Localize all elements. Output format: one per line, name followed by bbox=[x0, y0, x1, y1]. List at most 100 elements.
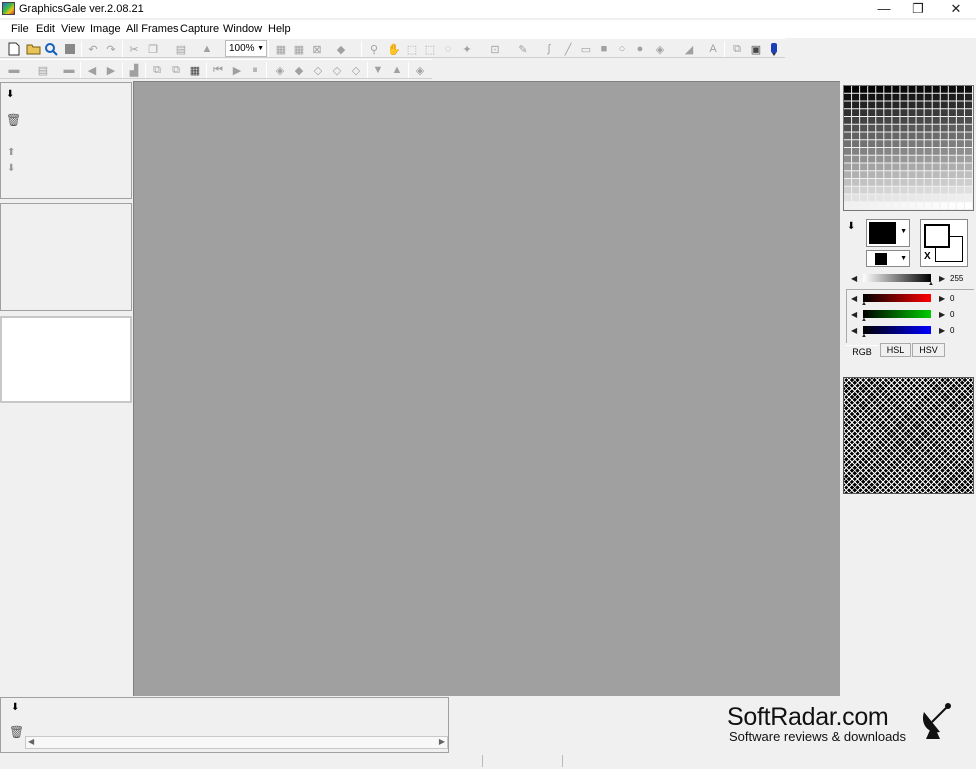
ellipse-icon[interactable]: ○ bbox=[614, 41, 630, 57]
palette-swatch[interactable] bbox=[956, 101, 964, 109]
palette-swatch[interactable] bbox=[868, 148, 876, 155]
palette-swatch[interactable] bbox=[916, 124, 924, 132]
palette-swatch[interactable] bbox=[964, 194, 972, 202]
undo-icon[interactable]: ↶ bbox=[85, 41, 101, 57]
move-up-icon[interactable]: ▲ bbox=[389, 62, 405, 78]
cut-icon[interactable]: ✂ bbox=[126, 41, 142, 57]
palette-swatch[interactable] bbox=[892, 86, 900, 93]
text-icon[interactable]: A bbox=[705, 41, 721, 57]
palette-swatch[interactable] bbox=[900, 140, 908, 147]
palette-swatch[interactable] bbox=[860, 101, 868, 109]
palette-swatch[interactable] bbox=[916, 186, 924, 194]
down-arrow-icon[interactable]: ⬇ bbox=[7, 163, 15, 174]
menu-file[interactable]: File bbox=[11, 23, 29, 35]
palette-swatch[interactable] bbox=[860, 163, 868, 171]
palette-swatch[interactable] bbox=[852, 93, 860, 101]
frame-view-icon[interactable]: ▣ bbox=[748, 41, 764, 57]
palette-swatch[interactable] bbox=[868, 163, 876, 171]
layer-delete-icon[interactable]: ◇ bbox=[310, 62, 326, 78]
slider-right-arrow-icon[interactable]: ▶ bbox=[939, 274, 945, 283]
palette-swatch[interactable] bbox=[948, 179, 956, 186]
palette-swatch[interactable] bbox=[948, 148, 956, 155]
palette-swatch[interactable] bbox=[908, 163, 916, 171]
pixel-grid-icon[interactable]: ▦ bbox=[291, 41, 307, 57]
green-slider[interactable] bbox=[863, 310, 931, 318]
palette-swatch[interactable] bbox=[884, 148, 892, 155]
pin-icon[interactable]: ⬇ bbox=[6, 89, 14, 100]
layer-stack-icon[interactable]: ▤ bbox=[35, 62, 51, 78]
palette-swatch[interactable] bbox=[852, 124, 860, 132]
palette-swatch[interactable] bbox=[884, 186, 892, 194]
layer-props-icon[interactable]: ◇ bbox=[348, 62, 364, 78]
palette-swatch[interactable] bbox=[852, 109, 860, 116]
palette-swatch[interactable] bbox=[940, 163, 948, 171]
palette-swatch[interactable] bbox=[940, 186, 948, 194]
palette-swatch[interactable] bbox=[908, 86, 916, 93]
palette-swatch[interactable] bbox=[844, 194, 852, 202]
move-down-icon[interactable]: ▼ bbox=[370, 62, 386, 78]
palette-swatch[interactable] bbox=[908, 202, 916, 209]
palette-swatch[interactable] bbox=[852, 117, 860, 124]
palette-swatch[interactable] bbox=[908, 124, 916, 132]
palette-swatch[interactable] bbox=[948, 194, 956, 202]
palette-swatch[interactable] bbox=[948, 163, 956, 171]
palette-swatch[interactable] bbox=[884, 109, 892, 116]
palette-swatch[interactable] bbox=[940, 101, 948, 109]
palette-swatch[interactable] bbox=[844, 140, 852, 147]
zoom-tool-icon[interactable]: ⚲ bbox=[366, 41, 382, 57]
palette-swatch[interactable] bbox=[932, 132, 940, 140]
palette-swatch[interactable] bbox=[900, 186, 908, 194]
palette-swatch[interactable] bbox=[892, 202, 900, 209]
palette-swatch[interactable] bbox=[868, 86, 876, 93]
layer-tool-icon[interactable]: ◆ bbox=[333, 41, 349, 57]
palette-swatch[interactable] bbox=[956, 140, 964, 147]
palette-swatch[interactable] bbox=[900, 101, 908, 109]
palette-swatch[interactable] bbox=[924, 124, 932, 132]
palette-swatch[interactable] bbox=[868, 132, 876, 140]
palette-swatch[interactable] bbox=[860, 124, 868, 132]
palette-swatch[interactable] bbox=[932, 140, 940, 147]
palette-swatch[interactable] bbox=[956, 148, 964, 155]
palette-swatch[interactable] bbox=[940, 148, 948, 155]
palette-swatch[interactable] bbox=[852, 179, 860, 186]
palette-swatch[interactable] bbox=[916, 155, 924, 163]
palette-swatch[interactable] bbox=[876, 140, 884, 147]
palette-swatch[interactable] bbox=[964, 117, 972, 124]
palette-swatch[interactable] bbox=[932, 179, 940, 186]
palette-swatch[interactable] bbox=[876, 171, 884, 178]
palette-swatch[interactable] bbox=[916, 86, 924, 93]
palette-swatch[interactable] bbox=[948, 117, 956, 124]
color-palette-grid[interactable] bbox=[843, 85, 974, 211]
palette-swatch[interactable] bbox=[956, 202, 964, 209]
first-frame-icon[interactable]: ⏮ bbox=[210, 62, 226, 78]
palette-swatch[interactable] bbox=[964, 155, 972, 163]
palette-swatch[interactable] bbox=[940, 124, 948, 132]
layer-mask-icon[interactable]: ◇ bbox=[329, 62, 345, 78]
palette-swatch[interactable] bbox=[908, 132, 916, 140]
palette-swatch[interactable] bbox=[948, 202, 956, 209]
palette-swatch[interactable] bbox=[964, 148, 972, 155]
frame-icon[interactable]: ▬ bbox=[61, 62, 77, 78]
palette-swatch[interactable] bbox=[844, 132, 852, 140]
palette-swatch[interactable] bbox=[868, 155, 876, 163]
window-layout-icon[interactable]: ⧉ bbox=[729, 41, 745, 57]
palette-swatch[interactable] bbox=[876, 124, 884, 132]
palette-swatch[interactable] bbox=[964, 171, 972, 178]
grid-icon[interactable]: ▦ bbox=[273, 41, 289, 57]
palette-swatch[interactable] bbox=[876, 194, 884, 202]
palette-swatch[interactable] bbox=[868, 109, 876, 116]
palette-swatch[interactable] bbox=[900, 117, 908, 124]
palette-swatch[interactable] bbox=[884, 124, 892, 132]
palette-swatch[interactable] bbox=[940, 155, 948, 163]
palette-swatch[interactable] bbox=[924, 171, 932, 178]
palette-swatch[interactable] bbox=[956, 124, 964, 132]
line-icon[interactable]: ╱ bbox=[560, 41, 576, 57]
palette-swatch[interactable] bbox=[908, 93, 916, 101]
palette-swatch[interactable] bbox=[940, 179, 948, 186]
palette-swatch[interactable] bbox=[852, 171, 860, 178]
play-icon[interactable]: ▶ bbox=[229, 62, 245, 78]
palette-swatch[interactable] bbox=[860, 148, 868, 155]
palette-swatch[interactable] bbox=[868, 194, 876, 202]
palette-swatch[interactable] bbox=[956, 93, 964, 101]
palette-swatch[interactable] bbox=[924, 140, 932, 147]
